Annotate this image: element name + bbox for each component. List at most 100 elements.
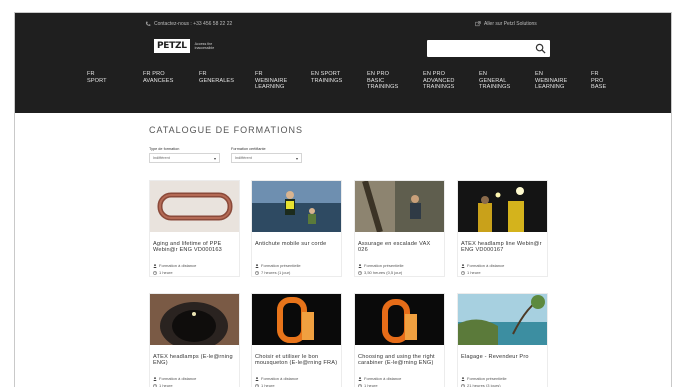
course-card[interactable]: Choosing and using the right carabiner (…: [354, 293, 445, 387]
course-card[interactable]: ATEX headlamps (E-le@rning ENG) Formation…: [149, 293, 240, 387]
course-card[interactable]: Elagage - Revendeur Pro Formation présent…: [457, 293, 548, 387]
course-title[interactable]: ATEX headlamps (E-le@rning ENG): [150, 350, 239, 375]
petzl-logo: PETZL: [154, 39, 190, 53]
filter-type-select[interactable]: Indifférent ▾: [149, 153, 220, 163]
external-link-icon: [475, 21, 481, 27]
browser-frame: Contactez-nous : +33 456 58 22 22 Aller …: [14, 12, 672, 387]
main-nav: FR SPORT FR PRO AVANCEES FR GENERALES FR WE…: [87, 71, 647, 91]
logo-area[interactable]: PETZL Access the inaccessible: [154, 39, 231, 53]
person-icon: [461, 263, 465, 268]
course-duration: 1 heure: [458, 269, 547, 276]
nav-item-fr-webinaire[interactable]: FR WEBINAIRE LEARNING: [255, 71, 311, 91]
course-duration: 3,50 heures (0,5 jour): [355, 269, 444, 276]
course-duration: 7 heures (1 jour): [252, 269, 341, 276]
course-card[interactable]: Assurage en escalade VAX 026 Formation pr…: [354, 180, 445, 277]
course-title[interactable]: ATEX headlamp line Webin@r ENG VD000167: [458, 237, 547, 262]
course-duration-text: 3,50 heures (0,5 jour): [364, 270, 403, 275]
course-type-text: Formation présentielle: [261, 263, 301, 268]
clock-icon: [153, 383, 157, 387]
course-title[interactable]: Choosing and using the right carabiner (…: [355, 350, 444, 375]
search-input[interactable]: [427, 43, 531, 61]
course-type-text: Formation présentielle: [467, 376, 507, 381]
course-duration: 21 heures (3 jours): [458, 382, 547, 387]
clock-icon: [255, 270, 259, 275]
course-title[interactable]: Elagage - Revendeur Pro: [458, 350, 547, 375]
course-thumbnail: [458, 294, 547, 345]
filter-certifying-value: Indifférent: [235, 156, 252, 160]
course-thumbnail: [252, 181, 341, 232]
course-duration-text: 1 heure: [467, 270, 481, 275]
clock-icon: [255, 383, 259, 387]
contact-info[interactable]: Contactez-nous : +33 456 58 22 22: [145, 21, 232, 27]
course-duration-text: 21 heures (3 jours): [467, 383, 501, 387]
person-icon: [255, 263, 259, 268]
course-type: Formation présentielle: [252, 262, 341, 269]
solutions-link[interactable]: Aller sur Petzl Solutions: [475, 21, 537, 27]
course-thumbnail: [355, 294, 444, 345]
course-card[interactable]: ATEX headlamp line Webin@r ENG VD000167 F…: [457, 180, 548, 277]
nav-item-en-webinaire[interactable]: EN WEBINAIRE LEARNING: [535, 71, 591, 91]
catalog-section: CATALOGUE DE FORMATIONS Type de formatio…: [149, 125, 549, 387]
course-card[interactable]: Antichute mobile sur corde Formation prés…: [251, 180, 342, 277]
person-icon: [153, 376, 157, 381]
course-thumbnail: [355, 180, 444, 233]
course-card[interactable]: Choisir et utiliser le bon mousqueton (E…: [251, 293, 342, 387]
course-type-text: Formation à distance: [159, 376, 197, 381]
nav-item-fr-generales[interactable]: FR GENERALES: [199, 71, 255, 91]
course-thumbnail: [150, 294, 239, 350]
chevron-down-icon: ▾: [213, 155, 216, 161]
course-card[interactable]: Aging and lifetime of PPE Webin@r ENG VD…: [149, 180, 240, 277]
person-icon: [358, 376, 362, 381]
course-type: Formation présentielle: [458, 375, 547, 382]
clock-icon: [358, 270, 362, 275]
filter-certifying-select[interactable]: Indifférent ▾: [231, 153, 302, 163]
contact-text: Contactez-nous : +33 456 58 22 22: [154, 21, 233, 27]
course-duration-text: 1 heure: [261, 383, 275, 387]
course-type: Formation à distance: [355, 375, 444, 382]
course-type: Formation à distance: [150, 375, 239, 382]
course-duration: 1 heure: [150, 382, 239, 387]
course-duration-text: 1 heure: [159, 270, 173, 275]
person-icon: [358, 263, 362, 268]
course-type: Formation présentielle: [355, 262, 444, 269]
course-type: Formation à distance: [150, 262, 239, 269]
chevron-down-icon: ▾: [295, 155, 298, 161]
clock-icon: [358, 383, 362, 387]
course-type: Formation à distance: [252, 375, 341, 382]
clock-icon: [461, 383, 465, 387]
course-type-text: Formation à distance: [467, 263, 505, 268]
course-duration-text: 1 heure: [364, 383, 378, 387]
course-duration: 1 heure: [355, 382, 444, 387]
course-duration-text: 1 heure: [159, 383, 173, 387]
search-icon[interactable]: [535, 43, 546, 54]
nav-item-en-sport[interactable]: EN SPORT TRAININGS: [311, 71, 367, 91]
nav-item-en-pro-advanced[interactable]: EN PRO ADVANCED TRAININGS: [423, 71, 479, 91]
search-box: [427, 40, 550, 61]
clock-icon: [461, 270, 465, 275]
course-title[interactable]: Antichute mobile sur corde: [252, 237, 341, 262]
tagline: Access the inaccessible: [194, 41, 215, 51]
nav-item-en-pro-basic[interactable]: EN PRO BASIC TRAININGS: [367, 71, 423, 91]
top-bar: Contactez-nous : +33 456 58 22 22 Aller …: [15, 19, 671, 29]
course-type-text: Formation à distance: [364, 376, 402, 381]
nav-item-fr-pro-base[interactable]: FR PRO BASE: [591, 71, 647, 91]
course-duration: 1 heure: [252, 382, 341, 387]
site-header: Contactez-nous : +33 456 58 22 22 Aller …: [15, 13, 671, 113]
clock-icon: [153, 270, 157, 275]
course-title[interactable]: Choisir et utiliser le bon mousqueton (E…: [252, 350, 341, 375]
course-type-text: Formation présentielle: [364, 263, 404, 268]
phone-icon: [145, 21, 151, 26]
nav-item-fr-pro-avancees[interactable]: FR PRO AVANCEES: [143, 71, 199, 91]
course-title[interactable]: Assurage en escalade VAX 026: [355, 237, 444, 262]
course-duration: 1 heure: [150, 269, 239, 276]
course-thumbnail: [458, 181, 547, 232]
person-icon: [153, 263, 157, 268]
filter-type-label: Type de formation: [149, 147, 180, 151]
course-title[interactable]: Aging and lifetime of PPE Webin@r ENG VD…: [150, 237, 239, 262]
course-type-text: Formation à distance: [261, 376, 299, 381]
nav-item-fr-sport[interactable]: FR SPORT: [87, 71, 143, 91]
nav-item-en-general[interactable]: EN GENERAL TRAININGS: [479, 71, 535, 91]
course-duration-text: 7 heures (1 jour): [261, 270, 291, 275]
filter-certifying: Formation certifiante Indifférent ▾: [231, 147, 302, 163]
course-type: Formation à distance: [458, 262, 547, 269]
